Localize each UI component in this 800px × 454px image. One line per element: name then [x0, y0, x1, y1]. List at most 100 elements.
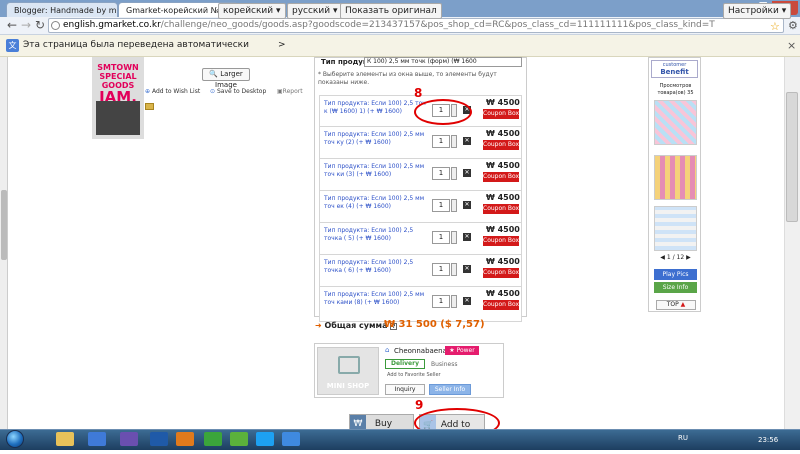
product-type-select[interactable]: К 100) 2,5 мм точк (форм) (₩ 1600 [364, 57, 522, 67]
quantity-input[interactable]: 1 [432, 231, 450, 244]
next-page-icon[interactable]: ▶ [686, 254, 691, 261]
skype-icon[interactable] [256, 432, 274, 446]
inquiry-button[interactable]: Inquiry [385, 384, 425, 395]
quantity-input[interactable]: 1 [432, 167, 450, 180]
arrow-separator: > [278, 40, 286, 50]
power-label: Power [456, 347, 475, 354]
tab-title: Blogger: Handmade by mo [14, 5, 118, 15]
viewed-thumb-1[interactable] [654, 100, 697, 145]
premiere-icon[interactable] [120, 432, 138, 446]
size-info-button[interactable]: Size Info [654, 282, 697, 293]
quantity-spinner[interactable] [451, 167, 457, 180]
option-price: ₩ 4500 [486, 257, 520, 266]
mail-icon[interactable] [145, 103, 154, 110]
larger-image-button[interactable]: 🔍 Larger Image [202, 68, 250, 89]
utorrent2-icon[interactable] [230, 432, 248, 446]
top-label: TOP [666, 301, 679, 308]
quantity-spinner[interactable] [451, 263, 457, 276]
scrollbar-thumb[interactable] [786, 92, 798, 222]
report-link[interactable]: ▣Report [277, 88, 303, 95]
coupon-box-button[interactable]: Coupon Box [483, 236, 519, 246]
quantity-input[interactable]: 1 [432, 263, 450, 276]
options-notice: * Выберите элементы из окна выше, то эле… [318, 71, 497, 86]
up-arrow-icon: ▲ [680, 301, 686, 308]
address-bar[interactable]: english.gmarket.co.kr/challenge/neo_good… [48, 18, 784, 33]
photoshop-icon[interactable] [150, 432, 168, 446]
power-badge: ★ Power [445, 346, 479, 355]
prev-page-icon[interactable]: ◀ [660, 254, 665, 261]
customer-benefit-button[interactable]: customer Benefit [651, 60, 698, 78]
quantity-spinner[interactable] [451, 295, 457, 308]
chrome-icon[interactable] [282, 432, 300, 446]
top-button[interactable]: TOP ▲ [656, 300, 696, 310]
add-favorite-link[interactable]: Add to Favorite Seller [387, 372, 441, 378]
remove-option-icon[interactable]: ✕ [463, 201, 471, 209]
wrench-icon[interactable]: ⚙ [788, 19, 798, 32]
remove-option-icon[interactable]: ✕ [463, 233, 471, 241]
translate-message: Эта страница была переведена автоматичес… [23, 40, 249, 50]
viewed-title: Просмотров товара(ов) 35 [657, 83, 694, 96]
remove-option-icon[interactable]: ✕ [463, 265, 471, 273]
annotation-step-8: 8 [414, 86, 423, 100]
option-price: ₩ 4500 [486, 129, 520, 138]
pager: ◀ 1 / 12 ▶ [651, 254, 700, 261]
close-translate-icon[interactable]: × [787, 39, 796, 52]
product-image[interactable]: SMTOWN SPECIAL GOODS IAM. [92, 57, 144, 139]
remove-option-icon[interactable]: ✕ [463, 137, 471, 145]
coupon-box-button[interactable]: Coupon Box [483, 140, 519, 150]
clock[interactable]: 23:56 [758, 436, 778, 444]
option-price: ₩ 4500 [486, 98, 520, 107]
seller-name[interactable]: Cheonnabaena [394, 347, 447, 355]
bookmark-star-icon[interactable]: ☆ [770, 20, 780, 33]
report-label: Report [282, 88, 303, 95]
add-wishlist-link[interactable]: ⊕ Add to Wish List [145, 88, 200, 95]
folder-icon[interactable] [56, 432, 74, 446]
option-price: ₩ 4500 [486, 193, 520, 202]
remove-option-icon[interactable]: ✕ [463, 169, 471, 177]
save-desktop-link[interactable]: ⊙ Save to Desktop [210, 88, 266, 95]
total-text: Общая сумма [324, 321, 388, 330]
viewed-thumb-3[interactable] [654, 206, 697, 251]
seller-info-button[interactable]: Seller Info [429, 384, 471, 395]
coupon-box-button[interactable]: Coupon Box [483, 172, 519, 182]
coupon-box-button[interactable]: Coupon Box [483, 300, 519, 310]
source-language-select[interactable]: корейский ▾ [218, 3, 286, 19]
quantity-spinner[interactable] [451, 135, 457, 148]
seller-box: MINI SHOP ⌂ Cheonnabaena ★ Power Deliver… [314, 343, 504, 398]
source-language-label: корейский [223, 6, 274, 16]
quantity-input[interactable]: 1 [432, 135, 450, 148]
side-tab-handle[interactable] [1, 190, 7, 260]
option-price: ₩ 4500 [486, 289, 520, 298]
tab-blogger[interactable]: Blogger: Handmade by mo ✕ [6, 2, 118, 17]
url-domain: english.gmarket.co.kr [63, 20, 161, 30]
quantity-spinner[interactable] [451, 231, 457, 244]
target-language-select[interactable]: русский ▾ [287, 3, 343, 19]
quantity-spinner[interactable] [451, 199, 457, 212]
coupon-box-button[interactable]: Coupon Box [483, 109, 519, 119]
option-row: Тип продукта: Если 100) 2,5 точка ( 5) (… [319, 222, 522, 258]
album-cover-graphic [96, 101, 140, 135]
coupon-box-button[interactable]: Coupon Box [483, 268, 519, 278]
language-indicator[interactable]: RU [678, 434, 688, 442]
mini-shop-button[interactable]: MINI SHOP [317, 347, 379, 395]
firefox-icon[interactable] [176, 432, 194, 446]
arrow-icon: ➜ [315, 321, 322, 330]
remove-option-icon[interactable]: ✕ [463, 297, 471, 305]
utorrent-icon[interactable] [204, 432, 222, 446]
media-player-icon[interactable] [88, 432, 106, 446]
play-pics-button[interactable]: Play Pics [654, 269, 697, 280]
quantity-input[interactable]: 1 [432, 295, 450, 308]
start-button[interactable] [6, 430, 24, 448]
reload-icon[interactable]: ↻ [32, 18, 48, 33]
annotation-circle-quantity [414, 99, 472, 125]
quantity-input[interactable]: 1 [432, 199, 450, 212]
show-original-button[interactable]: Показать оригинал [340, 3, 442, 19]
delivery-badge: Delivery [385, 359, 425, 369]
translate-settings-button[interactable]: Настройки ▾ [723, 3, 792, 19]
option-name: Тип продукта: Если 100) 2,5 мм точ ку (2… [324, 131, 425, 146]
settings-label: Настройки [728, 6, 779, 16]
coupon-box-button[interactable]: Coupon Box [483, 204, 519, 214]
url-path: /challenge/neo_goods/goods.asp?goodscode… [160, 20, 715, 30]
viewed-thumb-2[interactable] [654, 155, 697, 200]
mini-shop-label: MINI SHOP [326, 382, 370, 390]
